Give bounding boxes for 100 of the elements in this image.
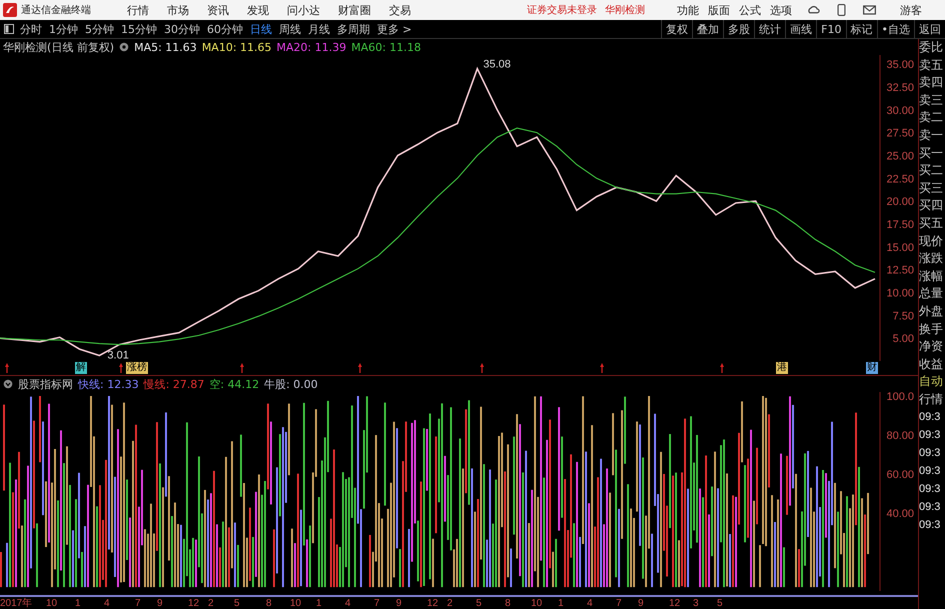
date-axis-label: 12 xyxy=(427,597,438,609)
tool-menu-item[interactable]: 版面 xyxy=(708,2,730,18)
period-tab[interactable]: 30分钟 xyxy=(164,22,200,36)
event-marker-icon[interactable] xyxy=(720,363,724,373)
menu-item[interactable]: 行情 xyxy=(127,2,149,18)
date-axis-label: 7 xyxy=(374,597,380,609)
quote-field-label: 换手 xyxy=(919,320,944,338)
quote-field-label: 涨跌 xyxy=(919,250,944,268)
menu-item[interactable]: 问小达 xyxy=(287,2,320,18)
menu-item[interactable]: 资讯 xyxy=(207,2,229,18)
price-axis-label: 17.50 xyxy=(886,218,914,231)
quote-field-label: 买二 xyxy=(919,162,944,180)
menu-item[interactable]: 交易 xyxy=(389,2,411,18)
phone-icon[interactable] xyxy=(835,4,848,16)
date-axis-label: 9 xyxy=(157,597,163,609)
quote-field-label: 买五 xyxy=(919,214,944,232)
date-axis-label: 8 xyxy=(266,597,272,609)
period-tab[interactable]: 1分钟 xyxy=(49,22,78,36)
indicator-axis-label: 100.0 xyxy=(886,392,914,403)
quote-field-label: 卖三 xyxy=(919,92,944,109)
mail-icon[interactable] xyxy=(863,4,876,16)
quote-field-label: 收益 xyxy=(919,356,944,373)
period-tab[interactable]: 5分钟 xyxy=(85,22,114,36)
event-marker-icon[interactable] xyxy=(240,363,244,373)
price-axis-label: 20.00 xyxy=(886,196,914,208)
quote-field-label: 卖五 xyxy=(919,56,944,74)
date-axis-label: 5 xyxy=(234,597,240,609)
tool-menu-item[interactable]: 功能 xyxy=(677,2,699,18)
date-axis-label: 5 xyxy=(476,597,482,609)
event-marker-icon[interactable] xyxy=(119,363,123,373)
settings-icon[interactable] xyxy=(119,42,130,52)
quote-field-label: 外盘 xyxy=(919,302,944,320)
price-axis-label: 15.00 xyxy=(886,242,914,254)
price-axis-label: 35.00 xyxy=(886,59,914,72)
event-tag[interactable]: 财 xyxy=(866,362,878,374)
event-marker-icon[interactable] xyxy=(358,363,362,373)
date-axis-label: 3 xyxy=(693,597,699,609)
menu-item[interactable]: 发现 xyxy=(247,2,269,18)
indicator-axis-label: 80.00 xyxy=(886,430,914,442)
quote-field-label: 买四 xyxy=(919,197,944,214)
quote-mode-label[interactable]: 行情 xyxy=(919,390,945,408)
high-price-label: 35.08 xyxy=(483,58,511,70)
quote-field-label: 买一 xyxy=(919,144,944,162)
price-axis-label: 27.50 xyxy=(886,128,914,140)
date-axis-label: 10 xyxy=(290,597,302,609)
quote-field-label: 卖二 xyxy=(919,109,944,126)
date-axis-label: 4 xyxy=(587,597,593,609)
quote-field-label: 总量 xyxy=(919,285,944,302)
event-marker-icon[interactable] xyxy=(480,363,484,373)
date-axis-label: 1 xyxy=(558,597,564,609)
guest-button[interactable]: 游客 xyxy=(900,2,922,18)
chart-title: 华刚检测(日线 前复权) xyxy=(3,40,114,54)
cloud-icon[interactable] xyxy=(807,4,820,16)
date-axis-label: 12 xyxy=(188,597,200,609)
indicator-value: 快线: 12.33 xyxy=(78,376,139,392)
date-axis-label: 1 xyxy=(75,597,81,609)
date-axis-label: 4 xyxy=(104,597,110,609)
quote-mode-label[interactable]: 自动 xyxy=(919,373,945,391)
price-axis-label: 12.50 xyxy=(886,264,914,277)
quote-field-label: 卖一 xyxy=(919,126,944,144)
price-axis-label: 32.50 xyxy=(886,82,914,94)
period-tab[interactable]: 多周期 xyxy=(337,22,370,36)
period-tab[interactable]: 周线 xyxy=(279,22,301,36)
indicator-axis-label: 40.00 xyxy=(886,508,914,520)
period-tab[interactable]: 60分钟 xyxy=(207,22,243,36)
date-axis-label: 4 xyxy=(345,597,351,609)
price-axis-label: 25.00 xyxy=(886,150,914,162)
quote-field-label: 净资 xyxy=(919,338,944,356)
account-name[interactable]: 华刚检测 xyxy=(605,3,645,17)
date-axis-label: 12 xyxy=(669,597,680,609)
quote-field-label: 现价 xyxy=(919,232,944,250)
date-axis-label: 5 xyxy=(717,597,723,609)
period-tab[interactable]: 日线 xyxy=(250,22,272,36)
quote-field-label: 涨幅 xyxy=(919,268,944,285)
trade-time: 09:3 xyxy=(919,500,942,516)
period-tab[interactable]: 分时 xyxy=(20,22,42,36)
menu-item[interactable]: 财富圈 xyxy=(338,2,371,18)
period-tab[interactable]: 15分钟 xyxy=(121,22,157,36)
trade-time: 09:3 xyxy=(919,464,942,480)
quote-field-label: 委比 xyxy=(919,39,944,56)
menu-item[interactable]: 市场 xyxy=(167,2,189,18)
period-tab[interactable]: 月线 xyxy=(308,22,330,36)
low-price-label: 3.01 xyxy=(107,349,129,361)
event-marker-icon[interactable] xyxy=(5,363,9,373)
event-marker-icon[interactable] xyxy=(600,363,604,373)
event-tag[interactable]: 解 xyxy=(75,362,87,374)
dropdown-icon[interactable] xyxy=(3,379,13,389)
panel-toggle-icon[interactable] xyxy=(4,24,14,34)
price-axis-label: 30.00 xyxy=(886,104,914,117)
date-axis-label: 2 xyxy=(447,597,453,609)
date-axis-label: 1 xyxy=(316,597,322,609)
date-axis-label: 2017年 xyxy=(0,597,32,609)
tool-menu-item[interactable]: 选项 xyxy=(770,2,792,18)
trade-time: 09:3 xyxy=(919,410,942,426)
tool-menu-item[interactable]: 公式 xyxy=(739,2,761,18)
period-tab[interactable]: 更多 > xyxy=(377,22,412,36)
login-notice[interactable]: 证券交易未登录 xyxy=(527,3,597,17)
date-axis-label: 2 xyxy=(208,597,214,609)
event-tag[interactable]: 港 xyxy=(776,362,788,374)
event-tag[interactable]: 涨榜 xyxy=(126,362,148,374)
